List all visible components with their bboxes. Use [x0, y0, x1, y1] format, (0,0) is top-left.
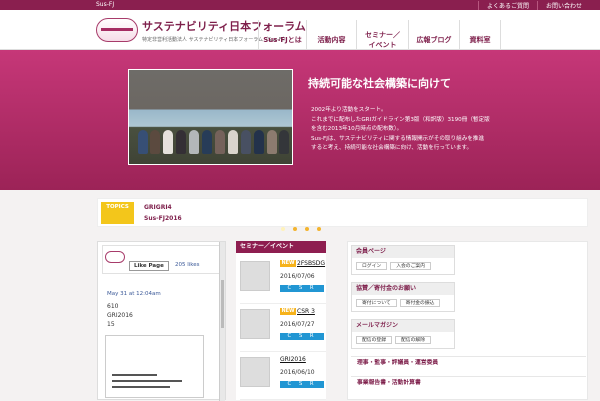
topic-link[interactable]: GRIGRI4: [144, 204, 172, 211]
site-header: サステナビリティ日本フォーラム 特定非営利活動法人 サステナビリティ日本フォーラ…: [0, 10, 600, 60]
carousel-dot-1[interactable]: [281, 227, 285, 231]
faq-link[interactable]: よくあるご質問: [477, 1, 537, 10]
carousel-indicators: [281, 227, 321, 231]
likes-count: 205 likes: [175, 262, 200, 268]
officers-link[interactable]: 理事・監事・評議員・運営委員: [351, 356, 586, 368]
feed-scrollbar[interactable]: [219, 242, 225, 401]
carousel-dot-3[interactable]: [305, 227, 309, 231]
member-panel: 会員ページログイン 入会のご案内: [351, 245, 455, 275]
facebook-feed: Like Page 205 likes May 31 at 12:04am 61…: [97, 241, 226, 401]
topics-bar: TOPICS GRIGRI4 Sus-FJ2016: [97, 198, 588, 227]
report-link[interactable]: 事業報告書・活動計算書: [351, 376, 586, 388]
post-image[interactable]: [105, 335, 204, 398]
carousel-dot-4[interactable]: [317, 227, 321, 231]
subscribe-button[interactable]: 配信の登録: [356, 336, 392, 344]
facebook-page-header: Like Page 205 likes: [102, 245, 223, 274]
membership-info-button[interactable]: 入会のご案内: [390, 262, 431, 270]
seminar-event-list: セミナー／イベント NEW 2FSBSDG 2016/07/06 C S R NEW C…: [236, 241, 326, 400]
member-sidebar: 会員ページログイン 入会のご案内 協賛／寄付金のお願い寄付について 寄付金の振込 メ…: [347, 241, 588, 400]
event-item[interactable]: NEW CSR 3 2016/07/27 C S R: [240, 304, 326, 352]
post-text: 610 GRI2016 15: [107, 303, 133, 328]
event-date: 2016/07/06: [280, 273, 315, 280]
sustainability-forum-logo[interactable]: [96, 18, 138, 42]
scroll-thumb[interactable]: [221, 280, 224, 328]
event-item[interactable]: NEW 2FSBSDG 2016/07/06 C S R: [240, 256, 326, 304]
donation-transfer-button[interactable]: 寄付金の振込: [399, 299, 441, 307]
topics-label: TOPICS: [101, 202, 134, 224]
site-short-name: Sus-FJ: [96, 1, 115, 8]
event-thumbnail[interactable]: [240, 261, 270, 291]
event-thumbnail[interactable]: [240, 357, 270, 387]
new-badge: NEW: [280, 308, 296, 315]
event-category[interactable]: C S R: [280, 381, 324, 388]
event-category[interactable]: C S R: [280, 333, 324, 340]
mini-logo: [105, 251, 125, 263]
login-button[interactable]: ログイン: [356, 262, 388, 270]
section-title: セミナー／イベント: [236, 241, 326, 253]
event-title[interactable]: GRI2016: [280, 356, 306, 363]
panel-title: 協賛／寄付金のお願い: [352, 283, 454, 295]
unsubscribe-button[interactable]: 配信の解除: [395, 336, 431, 344]
event-category[interactable]: C S R: [280, 285, 324, 292]
event-item[interactable]: GRI2016 2016/06/10 C S R: [240, 352, 326, 400]
top-utility-bar: Sus-FJ よくあるご質問 お問い合わせ: [0, 0, 600, 10]
event-title[interactable]: 2FSBSDG: [297, 260, 325, 267]
panel-title: メールマガジン: [352, 320, 454, 332]
donation-panel: 協賛／寄付金のお願い寄付について 寄付金の振込: [351, 282, 455, 312]
contact-link[interactable]: お問い合わせ: [536, 1, 590, 10]
newsletter-panel: メールマガジン配信の登録 配信の解除: [351, 319, 455, 349]
event-title[interactable]: CSR 3: [297, 308, 315, 315]
event-date: 2016/07/27: [280, 321, 315, 328]
topic-link[interactable]: Sus-FJ2016: [144, 215, 182, 222]
hero-title: 持続可能な社会構築に向けて: [308, 77, 451, 90]
hero-description: 2002年より活動をスタート。 これまでに配布したGRIガイドライン第3版（和訳…: [311, 107, 490, 151]
group-photo: [128, 69, 293, 165]
like-page-button[interactable]: Like Page: [129, 261, 169, 271]
donation-info-button[interactable]: 寄付について: [356, 299, 397, 307]
carousel-dot-2[interactable]: [293, 227, 297, 231]
post-date[interactable]: May 31 at 12:04am: [107, 291, 161, 297]
panel-title: 会員ページ: [352, 246, 454, 258]
event-thumbnail[interactable]: [240, 309, 270, 339]
event-date: 2016/06/10: [280, 369, 315, 376]
utility-links: よくあるご質問 お問い合わせ: [477, 1, 590, 10]
hero-banner: 持続可能な社会構築に向けて 2002年より活動をスタート。 これまでに配布したG…: [0, 50, 600, 231]
new-badge: NEW: [280, 260, 296, 267]
